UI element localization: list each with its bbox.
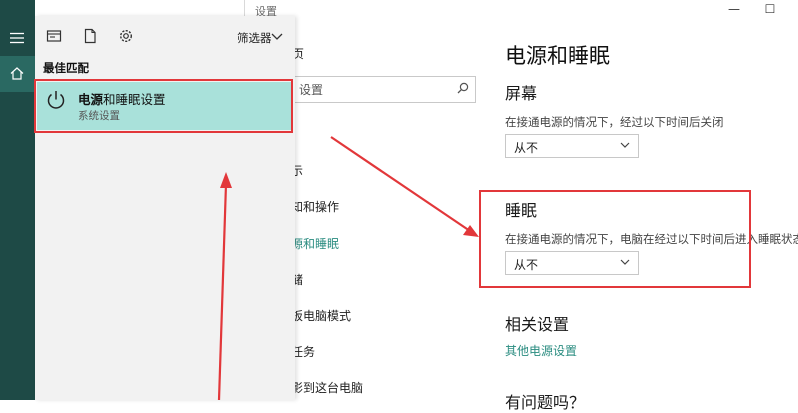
annotation-arrow-right — [330, 136, 471, 232]
annotation-arrowhead-up — [220, 172, 232, 188]
annotation-arrow-up — [217, 183, 228, 400]
annotation-arrows — [217, 136, 479, 400]
